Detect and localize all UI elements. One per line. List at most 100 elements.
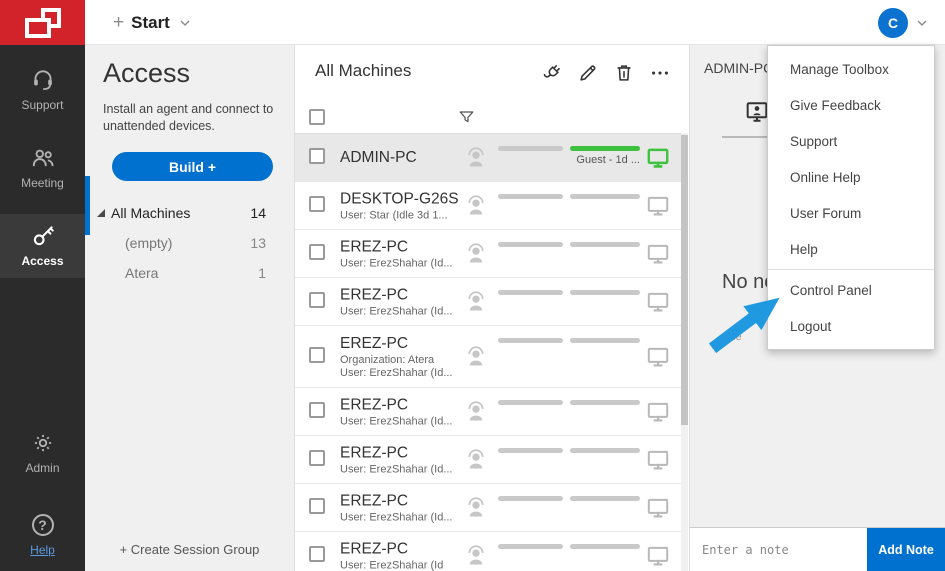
session-bar (498, 496, 563, 501)
session-bar (570, 146, 640, 151)
session-group--empty-[interactable]: (empty) 13 (85, 228, 294, 258)
user-menu-button[interactable]: C (878, 0, 930, 45)
sidebar-item-access[interactable]: Access (0, 214, 85, 278)
meeting-icon (30, 145, 56, 171)
table-row[interactable]: EREZ-PC Organization: Atera User: ErezShah… (295, 326, 683, 388)
row-checkbox[interactable] (309, 147, 325, 164)
row-checkbox[interactable] (309, 497, 325, 514)
monitor-icon (645, 145, 671, 171)
avatar[interactable]: C (878, 7, 908, 38)
machine-subtext: User: ErezShahar (Id... (340, 415, 453, 427)
start-label: Start (131, 12, 170, 32)
person-headset-icon (463, 447, 489, 473)
session-bar (570, 400, 640, 405)
top-bar: + Start C (0, 0, 945, 45)
session-group-all-machines[interactable]: All Machines 14 (85, 198, 294, 228)
menu-item-control-panel[interactable]: Control Panel (768, 272, 934, 308)
machine-subtext: Organization: Atera (340, 353, 435, 366)
row-checkbox[interactable] (309, 545, 325, 562)
person-headset-icon (463, 145, 489, 171)
person-headset-icon (463, 543, 489, 569)
menu-item-online-help[interactable]: Online Help (768, 159, 934, 195)
app-logo[interactable] (0, 0, 85, 45)
table-row[interactable]: ADMIN-PC Guest - 1d ... (295, 134, 683, 182)
machine-name: EREZ-PC (340, 444, 409, 461)
connect-icon[interactable] (541, 62, 563, 84)
build-button[interactable]: Build + (112, 152, 273, 181)
session-bar (570, 544, 640, 549)
create-session-group-link[interactable]: + Create Session Group (85, 542, 294, 557)
help-icon: ? (30, 512, 56, 538)
session-group-list: All Machines 14 (empty) 13 Atera 1 (85, 198, 294, 288)
scrollbar-thumb[interactable] (681, 135, 688, 425)
person-headset-icon (463, 241, 489, 267)
sidebar-item-meeting[interactable]: Meeting (0, 136, 85, 200)
sidebar-item-support[interactable]: Support (0, 58, 85, 122)
group-count: 14 (250, 205, 266, 221)
session-bar (570, 338, 640, 343)
delete-icon[interactable] (613, 62, 635, 84)
row-checkbox[interactable] (309, 401, 325, 418)
machine-subtext: User: Star (Idle 3d 1... (340, 209, 448, 221)
sidebar-item-label: Access (21, 254, 64, 268)
expander-triangle-icon[interactable] (97, 209, 105, 217)
machine-subtext: User: ErezShahar (Id... (340, 463, 453, 475)
session-bar (498, 544, 563, 549)
group-count: 1 (258, 265, 266, 281)
row-checkbox[interactable] (309, 195, 325, 212)
session-group-atera[interactable]: Atera 1 (85, 258, 294, 288)
machine-name: EREZ-PC (340, 334, 409, 352)
menu-item-support[interactable]: Support (768, 123, 934, 159)
row-checkbox[interactable] (309, 449, 325, 466)
row-checkbox[interactable] (309, 243, 325, 260)
machine-name: EREZ-PC (340, 286, 409, 303)
start-menu-button[interactable]: + Start (113, 0, 193, 45)
table-row[interactable]: EREZ-PC User: ErezShahar (Id (295, 532, 683, 571)
monitor-icon (645, 344, 671, 370)
select-all-checkbox[interactable] (309, 109, 325, 125)
scrollbar-track[interactable] (681, 133, 688, 571)
monitor-icon (645, 289, 671, 315)
menu-item-help[interactable]: Help (768, 231, 934, 267)
key-icon (30, 223, 56, 249)
session-bar (498, 146, 563, 151)
session-bar (570, 290, 640, 295)
more-icon[interactable] (649, 62, 671, 84)
list-toolbar (541, 62, 671, 84)
table-row[interactable]: DESKTOP-G26S User: Star (Idle 3d 1... (295, 182, 683, 230)
row-checkbox[interactable] (309, 291, 325, 308)
menu-item-manage-toolbox[interactable]: Manage Toolbox (768, 51, 934, 87)
machine-rows: ADMIN-PC Guest - 1d ... DESKTOP-G26S User: … (295, 133, 683, 571)
edit-icon[interactable] (577, 62, 599, 84)
status-badge: Guest - 1d ... (576, 154, 640, 166)
note-input[interactable] (690, 528, 867, 571)
access-description: Install an agent and connect to unattend… (103, 102, 274, 133)
menu-item-give-feedback[interactable]: Give Feedback (768, 87, 934, 123)
chevron-down-icon[interactable] (914, 15, 930, 31)
menu-item-logout[interactable]: Logout (768, 308, 934, 344)
group-label: Atera (125, 265, 159, 281)
monitor-icon (645, 543, 671, 569)
session-bar (498, 242, 563, 247)
row-checkbox[interactable] (309, 346, 325, 363)
sidebar-item-help[interactable]: ? Help (0, 503, 85, 567)
table-row[interactable]: EREZ-PC User: ErezShahar (Id... (295, 436, 683, 484)
table-row[interactable]: EREZ-PC User: ErezShahar (Id... (295, 278, 683, 326)
add-note-button[interactable]: Add Note (867, 528, 945, 571)
table-row[interactable]: EREZ-PC User: ErezShahar (Id... (295, 388, 683, 436)
machine-name: EREZ-PC (340, 396, 409, 413)
machine-name-block: EREZ-PC User: ErezShahar (Id... (340, 396, 470, 427)
gear-icon (30, 430, 56, 456)
machine-name: ADMIN-PC (340, 148, 417, 166)
sidebar-item-admin[interactable]: Admin (0, 421, 85, 485)
page-title: Access (103, 58, 191, 88)
filter-icon[interactable] (457, 108, 476, 127)
session-bar (570, 496, 640, 501)
menu-item-user-forum[interactable]: User Forum (768, 195, 934, 231)
table-row[interactable]: EREZ-PC User: ErezShahar (Id... (295, 230, 683, 278)
monitor-icon (645, 495, 671, 521)
machine-subtext: User: ErezShahar (Id... (340, 511, 453, 523)
machine-name-block: EREZ-PC User: ErezShahar (Id... (340, 492, 470, 523)
machine-name: EREZ-PC (340, 540, 409, 557)
table-row[interactable]: EREZ-PC User: ErezShahar (Id... (295, 484, 683, 532)
